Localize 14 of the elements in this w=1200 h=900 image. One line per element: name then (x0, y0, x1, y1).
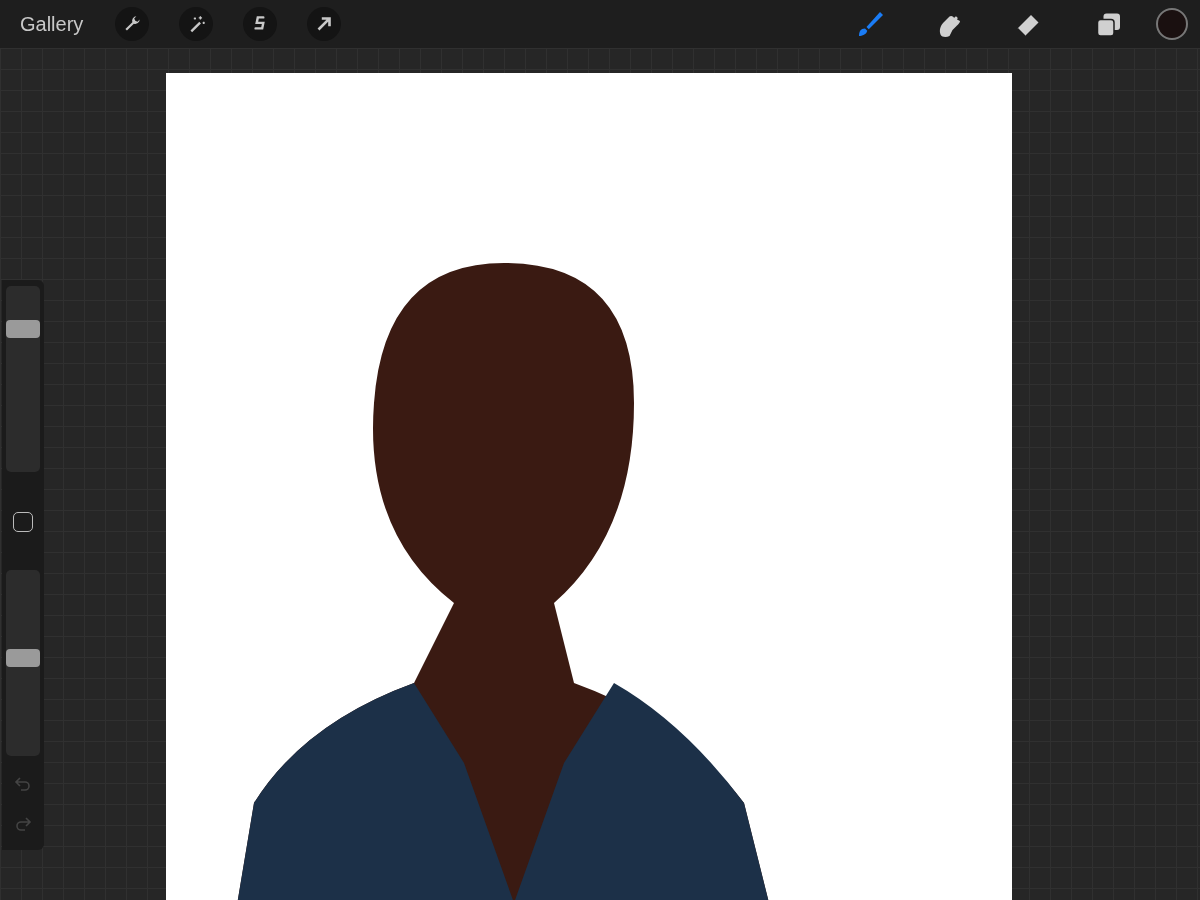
slider-thumb[interactable] (6, 648, 40, 667)
redo-icon (13, 814, 33, 834)
slider-thumb[interactable] (6, 319, 40, 338)
drawing-canvas[interactable] (166, 73, 1012, 900)
wand-tool-button[interactable] (179, 7, 214, 41)
color-swatch[interactable] (1156, 8, 1188, 40)
undo-icon (13, 774, 33, 794)
transform-tool-button[interactable] (307, 7, 342, 41)
wrench-tool-button[interactable] (115, 7, 150, 41)
gallery-button[interactable]: Gallery (12, 8, 92, 40)
opacity-slider[interactable] (6, 570, 40, 756)
brush-size-slider[interactable] (6, 286, 40, 472)
selection-tool-button[interactable] (243, 7, 278, 41)
modifier-button[interactable] (13, 512, 33, 532)
